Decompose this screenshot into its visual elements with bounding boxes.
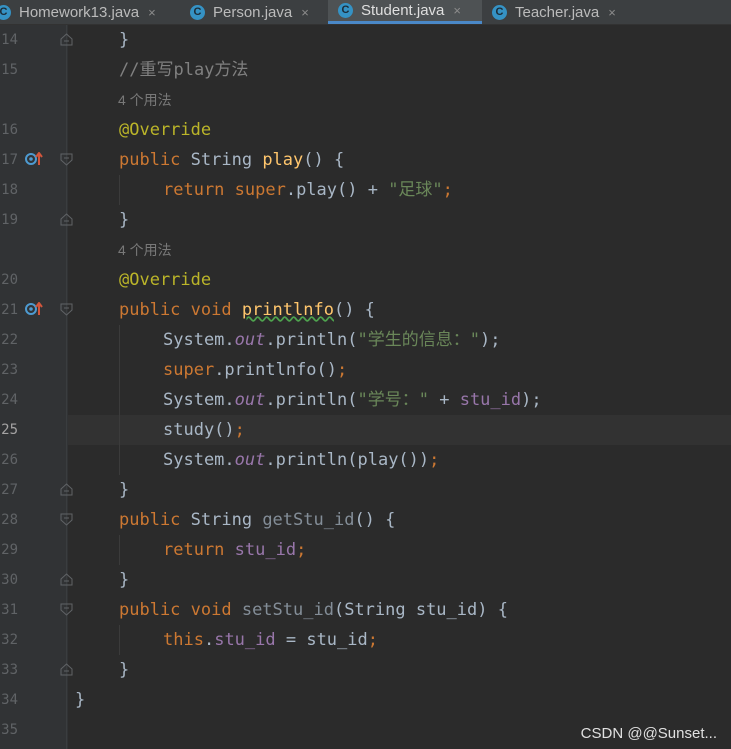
code-line: //重写play方法 [119, 60, 249, 80]
code-line: } [119, 480, 130, 500]
code-line: } [75, 690, 86, 710]
java-class-icon: C [492, 4, 507, 20]
java-class-icon: C [0, 4, 11, 20]
line-number: 17 [1, 152, 18, 168]
line-number: 32 [1, 632, 18, 648]
tab-homework13[interactable]: C Homework13.java × [0, 0, 180, 24]
close-icon[interactable]: × [608, 5, 616, 20]
editor-tab-bar: C Homework13.java × C Person.java × C St… [0, 0, 731, 25]
code-line: return super.play() + "足球"; [163, 180, 453, 200]
code-line: @Override [119, 120, 212, 140]
fold-end-icon[interactable] [60, 573, 73, 586]
code-line: @Override [119, 270, 212, 290]
fold-end-icon[interactable] [60, 483, 73, 496]
tab-teacher[interactable]: C Teacher.java × [492, 0, 642, 24]
line-number [0, 235, 18, 265]
code-line-current: study(); [163, 420, 245, 440]
line-number: 31 [1, 602, 18, 618]
tab-label: Homework13.java [19, 3, 140, 21]
fold-start-icon[interactable] [60, 513, 73, 526]
watermark: CSDN @@Sunset... [580, 725, 717, 742]
line-number: 24 [1, 392, 18, 408]
code-line: public String play() { [119, 150, 345, 170]
code-line: } [119, 210, 130, 230]
line-number: 22 [1, 332, 18, 348]
line-number: 34 [1, 692, 18, 708]
fold-start-icon[interactable] [60, 603, 73, 616]
line-number: 23 [1, 362, 18, 378]
java-class-icon: C [190, 4, 205, 20]
tab-label: Student.java [361, 2, 445, 19]
line-number: 27 [1, 482, 18, 498]
java-class-icon: C [338, 3, 353, 18]
line-number [0, 85, 18, 115]
tab-person[interactable]: C Person.java × [190, 0, 326, 24]
line-number: 30 [1, 572, 18, 588]
fold-end-icon[interactable] [60, 663, 73, 676]
code-line: System.out.println("学号：" + stu_id); [163, 390, 542, 410]
line-number: 20 [1, 272, 18, 288]
line-number: 33 [1, 662, 18, 678]
code-line: return stu_id; [163, 540, 307, 560]
line-number: 16 [1, 122, 18, 138]
code-line: this.stu_id = stu_id; [163, 630, 378, 650]
close-icon[interactable]: × [148, 5, 156, 20]
line-number: 14 [1, 32, 18, 48]
fold-end-icon[interactable] [60, 213, 73, 226]
override-marker-icon[interactable] [24, 152, 44, 166]
line-number: 15 [1, 62, 18, 78]
tab-student[interactable]: C Student.java × [328, 0, 482, 24]
fold-start-icon[interactable] [60, 153, 73, 166]
gutter-separator [66, 25, 67, 749]
usages-hint[interactable]: 4 个用法 [118, 85, 172, 115]
code-line: System.out.println("学生的信息："); [163, 330, 501, 350]
code-line: System.out.println(play()); [163, 450, 440, 470]
code-line: } [119, 570, 130, 590]
code-line: public void setStu_id(String stu_id) { [119, 600, 508, 620]
line-number: 26 [1, 452, 18, 468]
line-number: 29 [1, 542, 18, 558]
code-line: public String getStu_id() { [119, 510, 396, 530]
override-marker-icon[interactable] [24, 302, 44, 316]
code-line: super.printlnfo(); [163, 360, 348, 380]
close-icon[interactable]: × [301, 5, 309, 20]
usages-hint[interactable]: 4 个用法 [118, 235, 172, 265]
fold-start-icon[interactable] [60, 303, 73, 316]
tab-label: Teacher.java [515, 3, 600, 21]
line-number: 21 [1, 302, 18, 318]
line-number: 25 [1, 422, 18, 438]
code-line: } [119, 30, 130, 50]
code-line: } [119, 660, 130, 680]
line-number: 18 [1, 182, 18, 198]
tab-label: Person.java [213, 3, 293, 21]
code-line: public void printlnfo() { [119, 300, 375, 320]
fold-end-icon[interactable] [60, 33, 73, 46]
close-icon[interactable]: × [453, 3, 461, 18]
line-number: 19 [1, 212, 18, 228]
line-number: 28 [1, 512, 18, 528]
line-number: 35 [1, 722, 18, 738]
